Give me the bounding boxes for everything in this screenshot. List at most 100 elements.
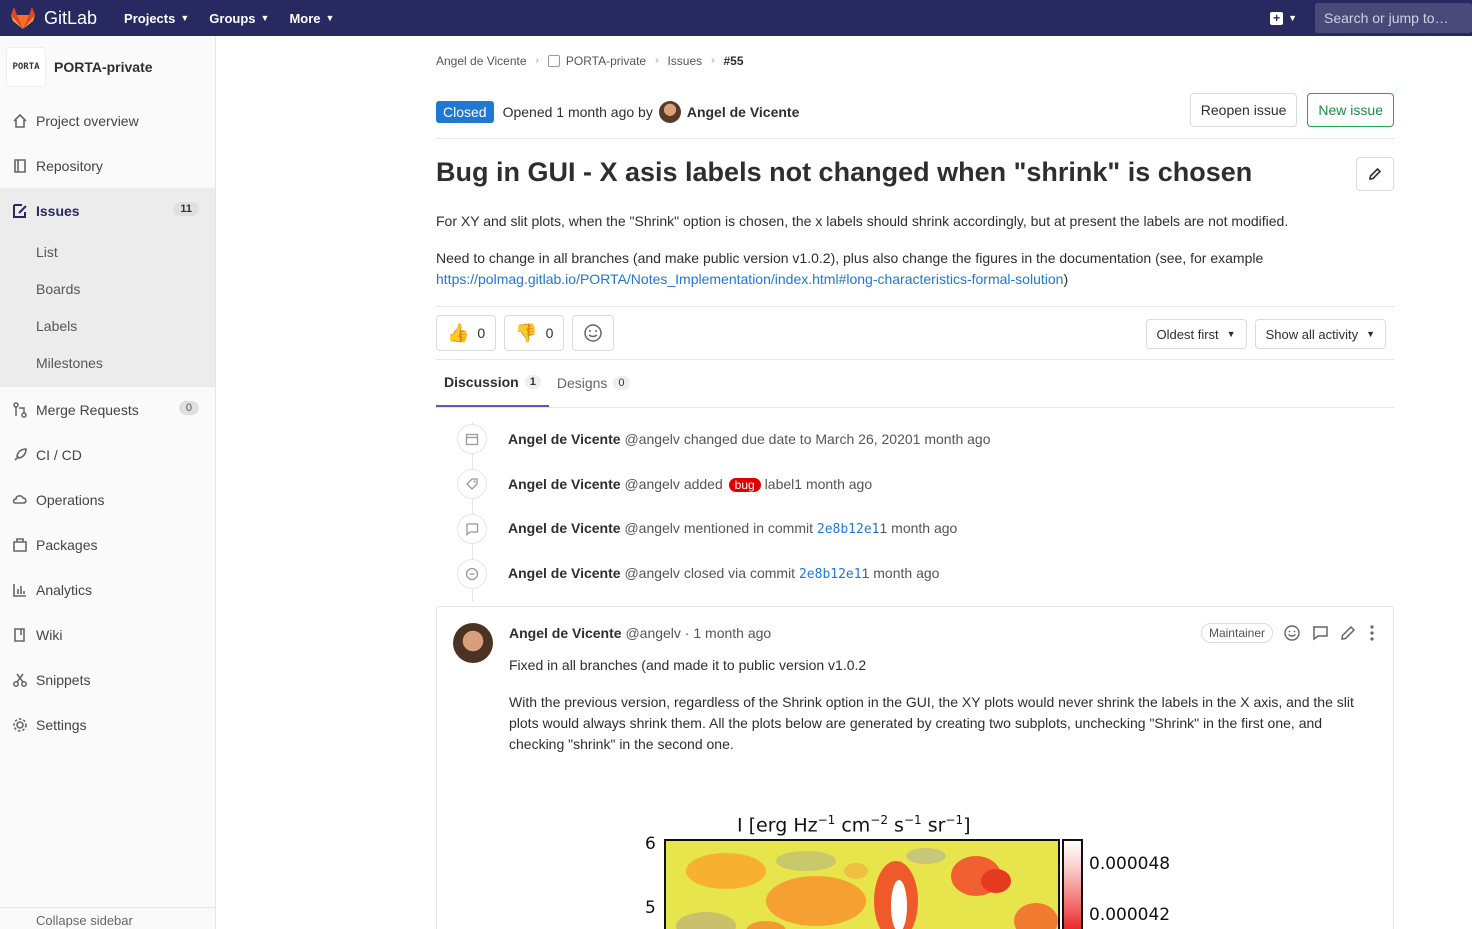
sidebar-subitem-milestones[interactable]: Milestones	[0, 344, 215, 381]
tab-count: 0	[613, 376, 630, 390]
note-handle: @angelv	[624, 565, 680, 581]
smiley-icon[interactable]	[1283, 624, 1301, 642]
commit-link[interactable]: 2e8b12e1	[799, 567, 862, 582]
comment-author[interactable]: Angel de Vicente	[509, 625, 622, 641]
tab-designs[interactable]: Designs 0	[549, 359, 638, 407]
nav-more[interactable]: More ▼	[289, 11, 334, 26]
plus-square-icon: +	[1270, 11, 1284, 25]
nav-groups-label: Groups	[209, 10, 256, 26]
thumbs-up-count: 0	[477, 325, 486, 341]
avatar[interactable]	[453, 623, 493, 663]
role-badge: Maintainer	[1200, 623, 1273, 643]
comment-body: Fixed in all branches (and made it to pu…	[509, 655, 1359, 771]
cloud-gear-icon	[12, 492, 28, 508]
sort-order-dropdown[interactable]: Oldest first ▼	[1145, 319, 1247, 349]
edit-title-button[interactable]	[1356, 157, 1394, 191]
chevron-right-icon: ›	[655, 55, 659, 66]
smiley-icon	[584, 324, 603, 342]
sidebar-item-label: Repository	[36, 157, 103, 174]
commit-link[interactable]: 2e8b12e1	[817, 522, 880, 537]
package-icon	[12, 537, 28, 553]
note-author[interactable]: Angel de Vicente	[508, 520, 621, 536]
sidebar-item-wiki[interactable]: Wiki	[0, 612, 215, 657]
documentation-link[interactable]: https://polmag.gitlab.io/PORTA/Notes_Imp…	[436, 271, 1063, 287]
sidebar-item-snippets[interactable]: Snippets	[0, 657, 215, 702]
pencil-icon[interactable]	[1339, 624, 1357, 642]
sidebar-item-packages[interactable]: Packages	[0, 522, 215, 567]
plot-title-part: s	[888, 814, 904, 837]
thumbs-down-button[interactable]: 👎 0	[504, 315, 565, 351]
pencil-icon	[1369, 167, 1382, 180]
author-avatar[interactable]	[658, 100, 681, 123]
gitlab-logo[interactable]: GitLab	[10, 0, 97, 36]
sidebar-item-ci-cd[interactable]: CI / CD	[0, 432, 215, 477]
more-actions-icon[interactable]	[1367, 624, 1377, 642]
collapse-sidebar-button[interactable]: Collapse sidebar	[0, 907, 215, 929]
nav-projects[interactable]: Projects ▼	[124, 11, 189, 26]
chart-icon	[12, 582, 28, 598]
author-name[interactable]: Angel de Vicente	[687, 104, 800, 120]
sidebar-subitem-labels[interactable]: Labels	[0, 307, 215, 344]
sidebar-item-label: Issues	[36, 202, 80, 219]
note-time: 1 month ago	[794, 475, 873, 492]
new-issue-button[interactable]: New issue	[1307, 93, 1394, 127]
wiki-book-icon	[12, 627, 28, 643]
sidebar-subitem-list[interactable]: List	[0, 233, 215, 270]
colorbar	[1062, 839, 1083, 929]
sidebar-item-settings[interactable]: Settings	[0, 702, 215, 747]
note-text: closed via commit	[683, 565, 796, 581]
plot-title-part: sr	[921, 814, 946, 837]
sidebar-item-label: Wiki	[36, 626, 63, 643]
issues-submenu: List Boards Labels Milestones	[0, 233, 215, 387]
project-header[interactable]: PORTA PORTA-private	[0, 36, 215, 98]
sidebar-item-analytics[interactable]: Analytics	[0, 567, 215, 612]
note-text: mentioned in commit	[683, 520, 813, 536]
activity-filter-dropdown[interactable]: Show all activity ▼	[1254, 319, 1386, 349]
thumbs-down-count: 0	[545, 325, 554, 341]
sidebar-item-operations[interactable]: Operations	[0, 477, 215, 522]
note-author[interactable]: Angel de Vicente	[508, 476, 621, 492]
merge-icon	[12, 401, 28, 418]
chevron-down-icon: ▼	[1288, 13, 1297, 23]
breadcrumb-issues[interactable]: Issues	[667, 54, 702, 68]
system-note: Angel de Vicente @angelv added bug label1…	[436, 461, 1394, 506]
chevron-right-icon: ›	[535, 55, 539, 66]
sidebar: PORTA PORTA-private Project overview Rep…	[0, 36, 216, 929]
brand-name: GitLab	[44, 7, 98, 28]
reopen-issue-button[interactable]: Reopen issue	[1189, 93, 1298, 127]
sidebar-subitem-boards[interactable]: Boards	[0, 270, 215, 307]
chevron-down-icon: ▼	[260, 13, 270, 23]
system-note: Angel de Vicente @angelv changed due dat…	[436, 416, 1394, 461]
sidebar-item-label: Snippets	[36, 671, 91, 688]
chevron-down-icon: ▼	[325, 13, 335, 23]
add-reaction-button[interactable]	[572, 315, 615, 351]
project-name: PORTA-private	[54, 59, 153, 75]
issue-description: For XY and slit plots, when the "Shrink"…	[436, 211, 1394, 290]
description-text-end: )	[1063, 271, 1069, 287]
sidebar-item-merge-requests[interactable]: Merge Requests 0	[0, 387, 215, 432]
breadcrumb-issue-number[interactable]: #55	[723, 54, 743, 68]
y-tick-label: 5	[645, 898, 656, 918]
tab-label: Designs	[556, 375, 608, 391]
sidebar-item-label: Analytics	[36, 581, 93, 598]
breadcrumb-user[interactable]: Angel de Vicente	[436, 54, 527, 68]
sidebar-item-issues[interactable]: Issues 11	[0, 188, 215, 233]
note-author[interactable]: Angel de Vicente	[508, 565, 621, 581]
search-input[interactable]: Search or jump to…	[1315, 3, 1472, 33]
bug-label[interactable]: bug	[728, 477, 761, 492]
description-paragraph: Need to change in all branches (and make…	[436, 248, 1394, 290]
top-navbar: GitLab Projects ▼ Groups ▼ More ▼ + ▼ Searc…	[0, 0, 1472, 36]
reply-comment-icon[interactable]	[1311, 624, 1329, 642]
sidebar-item-repository[interactable]: Repository	[0, 143, 215, 188]
note-handle: @angelv	[624, 475, 680, 492]
new-menu-button[interactable]: + ▼	[1270, 11, 1297, 25]
plot-title-part: cm	[835, 814, 871, 837]
thumbs-up-button[interactable]: 👍 0	[436, 315, 497, 351]
home-icon	[12, 113, 28, 129]
tab-discussion[interactable]: Discussion 1	[436, 359, 549, 407]
breadcrumb-project[interactable]: PORTA-private	[566, 54, 646, 68]
issues-icon	[12, 203, 28, 219]
sidebar-item-project-overview[interactable]: Project overview	[0, 98, 215, 143]
nav-groups[interactable]: Groups ▼	[209, 11, 269, 26]
note-author[interactable]: Angel de Vicente	[508, 431, 621, 447]
